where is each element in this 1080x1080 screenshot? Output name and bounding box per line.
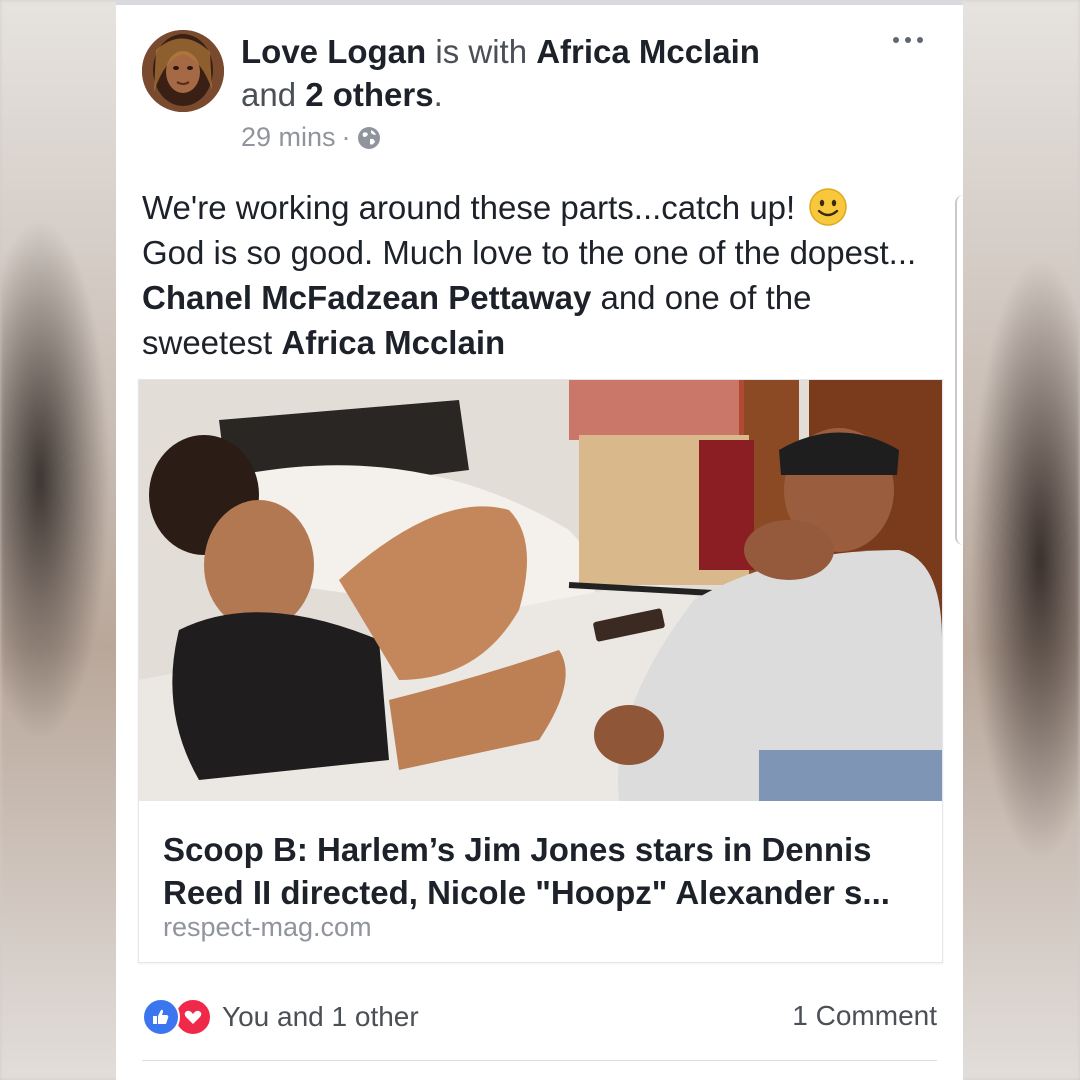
post-header: Love Logan is with Africa Mcclain and 2 o… <box>241 30 801 116</box>
others-link[interactable]: 2 others <box>305 76 433 113</box>
tagged-person[interactable]: Africa Mcclain <box>536 33 760 70</box>
comments-count[interactable]: 1 Comment <box>792 1000 937 1032</box>
footer-divider <box>142 1060 937 1061</box>
post-card: Love Logan is with Africa Mcclain and 2 o… <box>116 0 963 1080</box>
mention-africa[interactable]: Africa Mcclain <box>281 324 505 361</box>
scrollbar[interactable] <box>955 195 965 545</box>
author-name[interactable]: Love Logan <box>241 33 426 70</box>
post-meta: 29 mins · <box>241 122 381 153</box>
post-text-part2: God is so good. Much love to the one of … <box>142 234 917 271</box>
like-reaction-icon <box>142 998 180 1036</box>
link-preview-image[interactable] <box>139 380 942 801</box>
reactions-summary[interactable]: You and 1 other <box>142 998 419 1036</box>
link-preview-card[interactable]: Scoop B: Harlem’s Jim Jones stars in Den… <box>138 379 943 963</box>
post-timestamp[interactable]: 29 mins <box>241 122 336 153</box>
header-period: . <box>433 76 443 113</box>
meta-separator: · <box>341 122 351 152</box>
link-title[interactable]: Scoop B: Harlem’s Jim Jones stars in Den… <box>163 828 923 914</box>
author-avatar[interactable] <box>142 30 224 112</box>
with-connector: is with <box>426 33 537 70</box>
and-connector: and <box>241 76 306 113</box>
reactions-text[interactable]: You and 1 other <box>222 1001 419 1033</box>
link-domain: respect-mag.com <box>163 912 372 942</box>
mention-chanel[interactable]: Chanel McFadzean Pettaway <box>142 279 591 316</box>
smiley-emoji-icon <box>808 187 848 227</box>
card-top-border <box>116 0 963 5</box>
post-body: We're working around these parts...catch… <box>142 185 942 365</box>
more-options-icon[interactable] <box>888 30 928 60</box>
globe-icon[interactable] <box>357 126 381 150</box>
post-text-part1: We're working around these parts...catch… <box>142 189 805 226</box>
